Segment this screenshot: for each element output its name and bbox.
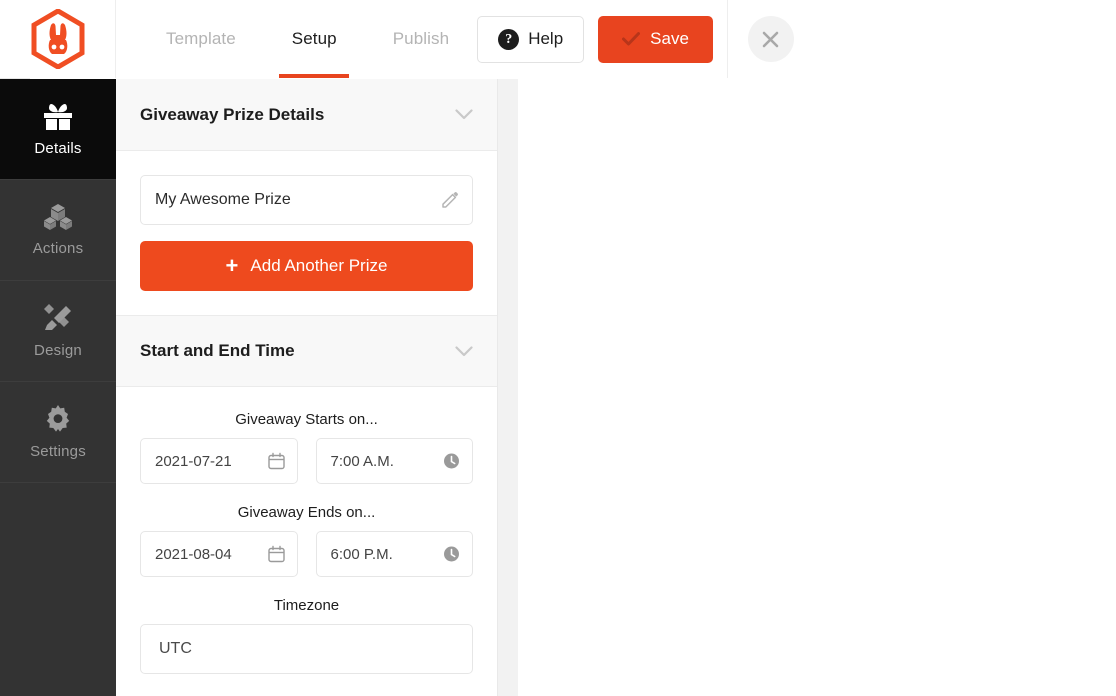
prize-name-input[interactable]: My Awesome Prize [140, 175, 473, 225]
chevron-down-icon [455, 109, 473, 120]
end-time-input[interactable]: 6:00 P.M. [315, 531, 473, 577]
end-date-input[interactable]: 2021-08-04 [140, 531, 298, 577]
end-date-label: Giveaway Ends on... [237, 504, 376, 521]
logo[interactable] [0, 0, 116, 78]
clock-icon [444, 453, 459, 469]
header-actions: ? Help Save [477, 0, 814, 78]
help-button-label: Help [528, 29, 564, 48]
tab-publish[interactable]: Publish [365, 0, 477, 78]
sidebar-filler [0, 483, 116, 696]
start-date-label: Giveaway Starts on... [235, 411, 378, 428]
tab-publish-label: Publish [392, 29, 450, 48]
section-body-start-end-time: Giveaway Starts on... 2021-07-21 7:00 A.… [116, 387, 497, 696]
active-tab-indicator [279, 74, 350, 78]
prize-name-value: My Awesome Prize [155, 191, 291, 208]
preview-area: My Awesome Prize Win an iPad! [498, 79, 518, 696]
start-time-value: 7:00 A.M. [330, 452, 394, 470]
close-icon [763, 31, 779, 47]
start-datetime-row: 2021-07-21 7:00 A.M. [140, 438, 473, 484]
save-button-label: Save [650, 29, 689, 48]
timezone-select[interactable]: UTC [140, 624, 473, 674]
clock-icon [444, 546, 459, 562]
sidebar-item-settings-label: Settings [30, 443, 86, 460]
sidebar-item-design[interactable]: Design [0, 281, 116, 382]
chevron-down-icon [455, 345, 473, 356]
close-button[interactable] [747, 16, 794, 62]
start-date-value: 2021-07-21 [155, 452, 232, 470]
pencil-icon[interactable] [441, 191, 459, 209]
section-header-prize-details[interactable]: Giveaway Prize Details [116, 79, 497, 151]
tab-setup-label: Setup [291, 29, 337, 48]
calendar-icon [267, 452, 285, 470]
start-time-input[interactable]: 7:00 A.M. [315, 438, 473, 484]
pencil-ruler-icon [44, 304, 71, 330]
help-button[interactable]: ? Help [477, 15, 585, 63]
tab-template[interactable]: Template [138, 0, 264, 78]
settings-form-panel: Giveaway Prize Details My Awesome Prize … [116, 79, 498, 696]
blocks-icon [44, 204, 72, 230]
close-button-wrap [726, 0, 814, 78]
timezone-value: UTC [159, 640, 192, 657]
gift-icon [44, 104, 72, 130]
sidebar-item-actions[interactable]: Actions [0, 180, 116, 281]
start-date-input[interactable]: 2021-07-21 [140, 438, 298, 484]
section-title-prize-details: Giveaway Prize Details [140, 104, 325, 124]
check-icon [622, 32, 641, 46]
sidebar-item-settings[interactable]: Settings [0, 382, 116, 483]
section-body-prize-details: My Awesome Prize + Add Another Prize [116, 151, 497, 315]
sidebar-item-design-label: Design [34, 342, 82, 359]
tab-setup[interactable]: Setup [264, 0, 365, 78]
section-title-start-end-time: Start and End Time [140, 341, 295, 360]
timezone-label: Timezone [273, 597, 340, 614]
end-datetime-row: 2021-08-04 6:00 P.M. [140, 531, 473, 577]
gear-icon [46, 405, 70, 432]
plus-icon: + [225, 253, 239, 278]
app-body: Details Actions Design Settings Giveaway… [0, 79, 518, 696]
sidebar-item-details-label: Details [34, 140, 82, 157]
app-header: Template Setup Publish ? Help Save [0, 0, 794, 79]
rafflepress-builder: Template Setup Publish ? Help Save Detai… [0, 0, 794, 696]
section-header-start-end-time[interactable]: Start and End Time [116, 315, 497, 387]
rafflepress-rabbit-logo-icon [31, 9, 84, 69]
sidebar-item-actions-label: Actions [32, 240, 84, 257]
add-another-prize-label: Add Another Prize [250, 256, 388, 275]
end-date-value: 2021-08-04 [155, 545, 232, 563]
save-button[interactable]: Save [598, 15, 713, 63]
end-time-value: 6:00 P.M. [330, 545, 393, 563]
tab-template-label: Template [166, 29, 236, 48]
calendar-icon [267, 545, 285, 563]
left-sidebar: Details Actions Design Settings [0, 79, 116, 696]
header-tabs: Template Setup Publish [116, 0, 477, 78]
add-another-prize-button[interactable]: + Add Another Prize [140, 241, 473, 291]
sidebar-item-details[interactable]: Details [0, 79, 116, 180]
question-mark-circle-icon: ? [498, 28, 520, 50]
